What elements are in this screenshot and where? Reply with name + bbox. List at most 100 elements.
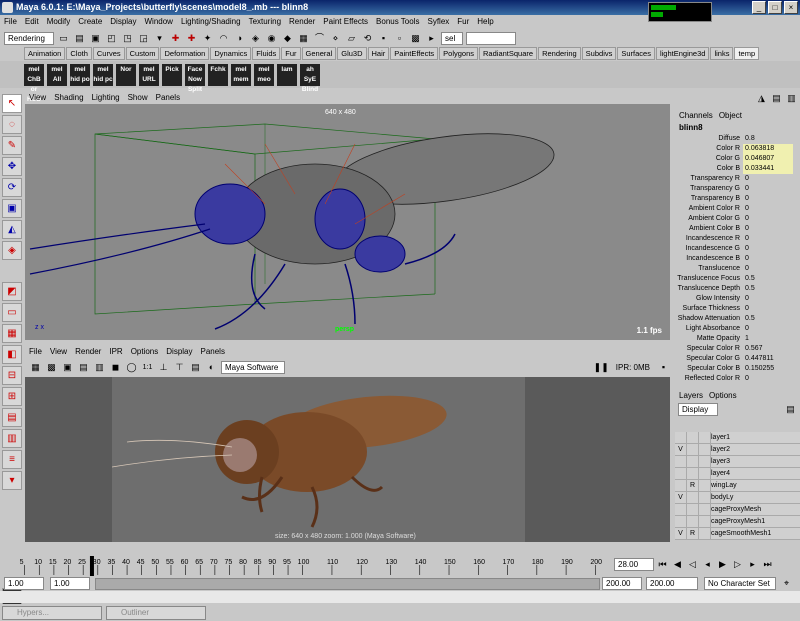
next-key-icon[interactable]: ▷ [731, 558, 744, 571]
step-back-icon[interactable]: ◀ [671, 558, 684, 571]
attribute-editor-icon[interactable]: ◮ [755, 92, 768, 105]
shelf-button-12[interactable]: ah SyE Blind [300, 63, 320, 93]
attribute-value[interactable]: 0 [743, 294, 793, 304]
deform-icon[interactable]: ◈ [249, 32, 262, 45]
surface-icon[interactable]: ◑ [233, 32, 246, 45]
layer-row[interactable]: layer4 [675, 468, 800, 480]
layer-row[interactable]: cageProxyMesh1 [675, 516, 800, 528]
layer-row[interactable]: layer1 [675, 432, 800, 444]
shelf-tab-surfaces[interactable]: Surfaces [617, 47, 655, 60]
task-hypershade[interactable]: Hypers... [2, 605, 102, 620]
attribute-value[interactable]: 0 [743, 224, 793, 234]
shelf-tab-painteffects[interactable]: PaintEffects [390, 47, 439, 60]
render-globals-icon[interactable]: ▩ [409, 32, 422, 45]
attribute-value[interactable]: 0.5 [743, 284, 793, 294]
shelf-button-11[interactable]: lam [277, 63, 297, 86]
attribute-value[interactable]: 0.046807 [743, 154, 793, 164]
mask-icon[interactable]: ▾ [153, 32, 166, 45]
attribute-value[interactable]: 0.150255 [743, 364, 793, 374]
attribute-value[interactable]: 0 [743, 324, 793, 334]
shelf-button-1[interactable]: mel All [47, 63, 67, 86]
renderer-dropdown[interactable]: Maya Software [221, 360, 285, 374]
shelf-button-6[interactable]: Pick [162, 63, 182, 86]
playback-end-field[interactable]: 200.00 [602, 577, 642, 590]
range-bar[interactable] [95, 578, 600, 590]
shelf-tab-subdivs[interactable]: Subdivs [581, 47, 617, 60]
tab-options[interactable]: Options [709, 390, 737, 402]
tab-object[interactable]: Object [719, 110, 742, 122]
command-line[interactable] [0, 591, 800, 603]
ipr-render-icon[interactable]: ▤ [77, 361, 90, 374]
end-time-field[interactable]: 200.00 [646, 577, 698, 590]
joint-icon[interactable]: ✦ [201, 32, 214, 45]
select-component-icon[interactable]: ◲ [137, 32, 150, 45]
shelf-tab-curves[interactable]: Curves [92, 47, 125, 60]
shelf-button-2[interactable]: mel hid po [70, 63, 90, 86]
layer-visibility-toggle[interactable] [675, 468, 687, 479]
select-hierarchy-icon[interactable]: ◰ [105, 32, 118, 45]
maximize-icon[interactable]: □ [768, 1, 782, 14]
channel-box-icon[interactable]: ▥ [785, 92, 798, 105]
layout-outliner-icon[interactable]: ▥ [2, 429, 22, 448]
layer-visibility-toggle[interactable] [675, 504, 687, 515]
menu-syflex[interactable]: Syflex [427, 15, 449, 29]
snap-curve-icon[interactable]: ⌒ [313, 32, 326, 45]
history-icon[interactable]: ⟲ [361, 32, 374, 45]
shelf-tab-temp[interactable]: temp [734, 47, 760, 60]
layer-type-toggle[interactable] [687, 492, 699, 503]
step-forward-icon[interactable]: ▸ [746, 558, 759, 571]
shelf-tab-general[interactable]: General [301, 47, 337, 60]
layer-color-swatch[interactable] [699, 504, 711, 515]
render-menu-render[interactable]: Render [75, 346, 101, 358]
menu-fur[interactable]: Fur [457, 15, 469, 29]
menu-lighting-shading[interactable]: Lighting/Shading [181, 15, 241, 29]
scroll-image-icon[interactable]: ▤ [189, 361, 202, 374]
prev-key-icon[interactable]: ◁ [686, 558, 699, 571]
open-scene-icon[interactable]: ▤ [73, 32, 86, 45]
lasso-tool-icon[interactable]: ◌ [2, 115, 22, 134]
attribute-value[interactable]: 0 [743, 174, 793, 184]
pause-icon[interactable]: ❚❚ [594, 362, 609, 373]
shelf-tab-fur[interactable]: Fur [281, 47, 301, 60]
layer-visibility-toggle[interactable]: V [675, 444, 687, 455]
layout-graph-icon[interactable]: ≡ [2, 450, 22, 469]
layer-visibility-toggle[interactable] [675, 456, 687, 467]
layer-color-swatch[interactable] [699, 456, 711, 467]
viewport-menu-view[interactable]: View [29, 92, 46, 104]
snapshot-icon[interactable]: ▣ [61, 361, 74, 374]
attribute-value[interactable]: 0.8 [743, 134, 793, 144]
rotate-tool-icon[interactable]: ⟳ [2, 178, 22, 197]
shelf-tab-links[interactable]: links [710, 47, 734, 60]
layout-stack-icon[interactable]: ⊟ [2, 366, 22, 385]
layout-side-icon[interactable]: ◧ [2, 345, 22, 364]
go-to-start-icon[interactable]: ⏮ [656, 558, 669, 571]
layer-type-toggle[interactable] [687, 432, 699, 443]
attribute-value[interactable]: 0 [743, 264, 793, 274]
render-menu-view[interactable]: View [50, 346, 67, 358]
manipulator-icon[interactable]: ◭ [2, 220, 22, 239]
shelf-tab-hair[interactable]: Hair [367, 47, 390, 60]
play-forward-icon[interactable]: ▶ [716, 558, 729, 571]
attribute-value[interactable]: 0 [743, 254, 793, 264]
quick-select-input[interactable] [466, 31, 516, 45]
layer-visibility-toggle[interactable]: V [675, 528, 687, 539]
layer-type-toggle[interactable]: R [687, 528, 699, 539]
shelf-tab-lightengine3d[interactable]: lightEngine3d [655, 47, 710, 60]
menu-help[interactable]: Help [477, 15, 493, 29]
paint-select-icon[interactable]: ✎ [2, 136, 22, 155]
layer-type-toggle[interactable] [687, 456, 699, 467]
attribute-value[interactable]: 0 [743, 244, 793, 254]
menu-texturing[interactable]: Texturing [249, 15, 281, 29]
layer-color-swatch[interactable] [699, 432, 711, 443]
tool-settings-icon[interactable]: ▤ [770, 92, 783, 105]
alpha-channel-icon[interactable]: ◯ [125, 361, 138, 374]
layout-four-icon[interactable]: ▦ [2, 324, 22, 343]
render-frame-icon[interactable]: ▪ [377, 32, 390, 45]
shelf-tab-rendering[interactable]: Rendering [538, 47, 581, 60]
layer-visibility-toggle[interactable]: V [675, 492, 687, 503]
layer-row[interactable]: layer3 [675, 456, 800, 468]
layer-type-toggle[interactable] [687, 444, 699, 455]
refresh-ipr-icon[interactable]: ▥ [93, 361, 106, 374]
keep-image-icon[interactable]: ⊥ [157, 361, 170, 374]
attribute-value[interactable]: 0.5 [743, 274, 793, 284]
